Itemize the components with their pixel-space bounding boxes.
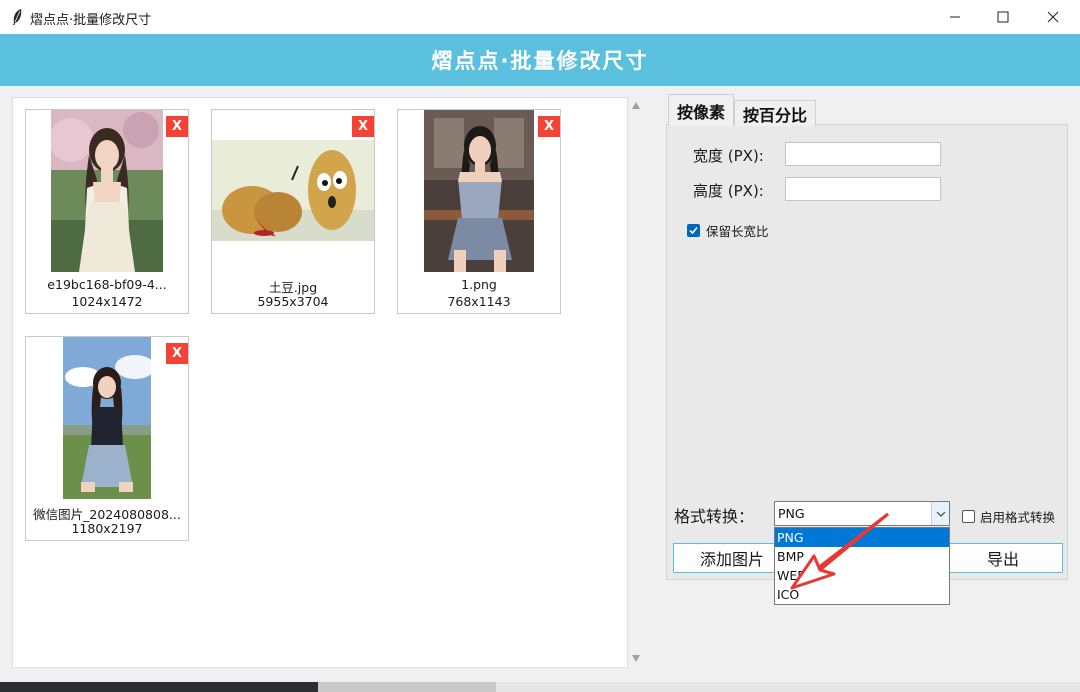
height-input[interactable] bbox=[785, 177, 941, 201]
delete-button[interactable]: X bbox=[352, 116, 374, 137]
image-card[interactable]: X 土豆.jpg 5955x3704 bbox=[211, 109, 375, 314]
export-button[interactable]: 导出 bbox=[943, 543, 1063, 573]
image-size: 1180x2197 bbox=[71, 521, 143, 536]
image-card[interactable]: X e19bc168-bf09-4... 1024x1472 bbox=[25, 109, 189, 314]
image-size: 768x1143 bbox=[447, 294, 511, 309]
delete-button[interactable]: X bbox=[166, 116, 188, 137]
width-input[interactable] bbox=[785, 142, 941, 166]
image-thumbnail bbox=[424, 110, 534, 272]
gallery-scrollbar[interactable] bbox=[628, 97, 645, 668]
scroll-up-arrow-icon[interactable] bbox=[632, 102, 640, 109]
tab-percent[interactable]: 按百分比 bbox=[734, 100, 816, 126]
enable-format-checkbox[interactable]: 启用格式转换 bbox=[962, 507, 1055, 526]
window-title: 熠点点·批量修改尺寸 bbox=[30, 13, 152, 28]
dropdown-toggle[interactable] bbox=[931, 502, 949, 525]
close-button[interactable] bbox=[1030, 0, 1076, 34]
title-bar: 熠点点·批量修改尺寸 bbox=[0, 0, 1080, 34]
checkbox-checked-icon bbox=[687, 224, 700, 237]
image-name: e19bc168-bf09-4... bbox=[47, 277, 167, 292]
format-label: 格式转换： bbox=[674, 507, 755, 526]
maximize-icon bbox=[997, 11, 1009, 23]
app-header: 熠点点·批量修改尺寸 bbox=[0, 34, 1080, 86]
scroll-down-arrow-icon[interactable] bbox=[632, 655, 640, 662]
checkbox-unchecked-icon bbox=[962, 510, 975, 523]
keep-ratio-checkbox[interactable]: 保留长宽比 bbox=[687, 221, 769, 240]
delete-button[interactable]: X bbox=[538, 116, 560, 137]
delete-button[interactable]: X bbox=[166, 343, 188, 364]
annotation-arrow-icon bbox=[790, 512, 889, 590]
header-title: 熠点点·批量修改尺寸 bbox=[431, 49, 649, 73]
close-icon bbox=[1047, 11, 1059, 23]
tab-pixel[interactable]: 按像素 bbox=[668, 94, 734, 126]
image-thumbnail bbox=[51, 110, 163, 272]
app-window: 熠点点·批量修改尺寸 熠点点·批量修改尺寸 X e19bc168-bf09-4.… bbox=[0, 0, 1080, 682]
maximize-button[interactable] bbox=[980, 0, 1026, 34]
keep-ratio-label: 保留长宽比 bbox=[706, 224, 769, 239]
image-name: 1.png bbox=[461, 277, 497, 292]
chevron-down-icon bbox=[936, 511, 945, 517]
width-label: 宽度 (PX): bbox=[693, 147, 764, 165]
image-size: 1024x1472 bbox=[71, 294, 143, 309]
height-label: 高度 (PX): bbox=[693, 182, 764, 200]
image-thumbnail bbox=[63, 337, 151, 499]
image-card[interactable]: X 微信图片_2024080808... 1180x2197 bbox=[25, 336, 189, 541]
enable-format-label: 启用格式转换 bbox=[980, 510, 1056, 525]
minimize-button[interactable] bbox=[932, 0, 978, 34]
image-size: 5955x3704 bbox=[257, 294, 329, 309]
image-gallery: X e19bc168-bf09-4... 1024x1472 X 土豆.jpg … bbox=[12, 97, 628, 668]
feather-icon bbox=[13, 9, 22, 25]
image-card[interactable]: X 1.png 768x1143 bbox=[397, 109, 561, 314]
image-thumbnail bbox=[212, 140, 374, 241]
minimize-icon bbox=[950, 16, 960, 18]
